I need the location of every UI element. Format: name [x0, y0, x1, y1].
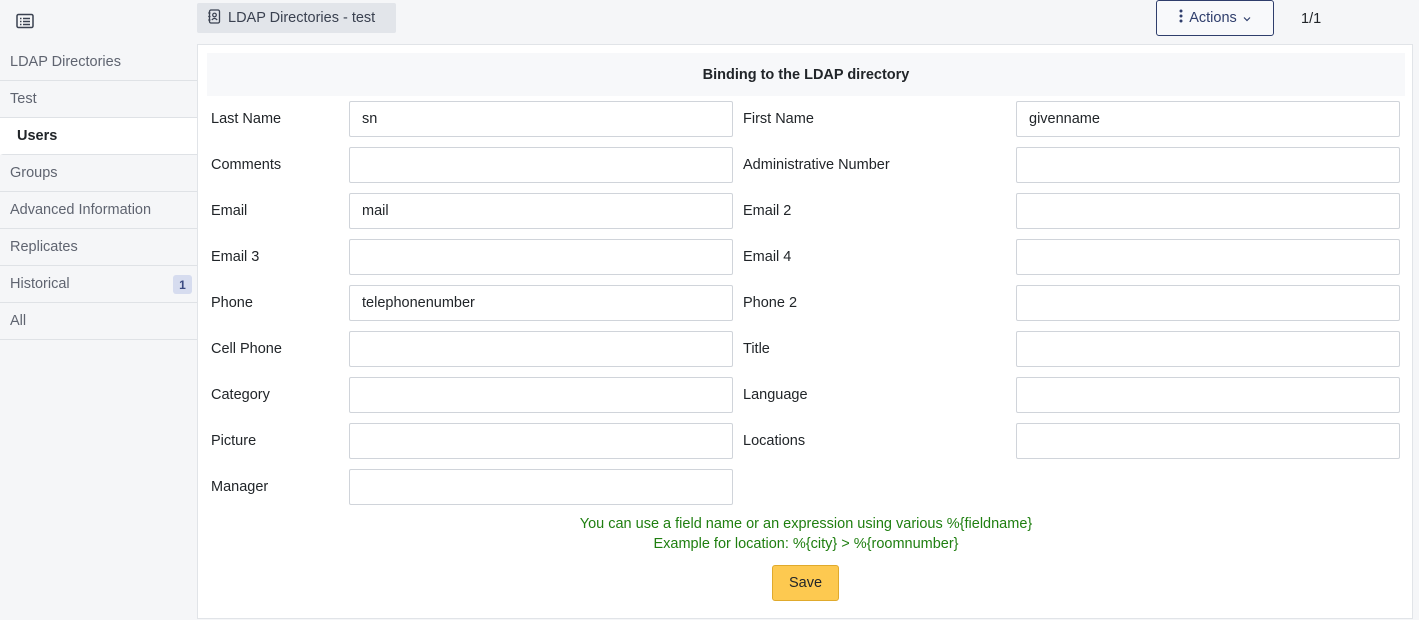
administrative-number-field[interactable] [1016, 147, 1400, 183]
main-panel: Binding to the LDAP directory Last Name … [197, 44, 1413, 619]
phone-field[interactable] [349, 285, 733, 321]
sidebar-item-replicates[interactable]: Replicates [0, 229, 197, 266]
sidebar-item-label: Users [17, 128, 58, 144]
sidebar-item-label: Historical [10, 276, 70, 292]
phone-label: Phone [211, 295, 253, 311]
sidebar-item-ldap-directories[interactable]: LDAP Directories [0, 44, 197, 81]
sidebar-item-advanced-information[interactable]: Advanced Information [0, 192, 197, 229]
actions-label: Actions [1189, 10, 1237, 26]
save-button[interactable]: Save [772, 565, 839, 601]
category-label: Category [211, 387, 270, 403]
sidebar-item-users[interactable]: Users [0, 118, 197, 155]
manager-field[interactable] [349, 469, 733, 505]
sidebar-item-label: Test [10, 91, 37, 107]
sidebar-item-test[interactable]: Test [0, 81, 197, 118]
last-name-field[interactable] [349, 101, 733, 137]
sidebar-item-label: Replicates [10, 239, 78, 255]
actions-button[interactable]: Actions [1156, 0, 1274, 36]
sidebar-item-label: All [10, 313, 27, 329]
sidebar-item-label: Advanced Information [10, 202, 152, 218]
email-label: Email [211, 203, 248, 219]
sidebar-item-groups[interactable]: Groups [0, 155, 197, 192]
count-badge: 1 [173, 275, 192, 294]
email-field[interactable] [349, 193, 733, 229]
phone-2-field[interactable] [1016, 285, 1400, 321]
sidebar-item-all[interactable]: All [0, 303, 197, 340]
sidebar-item-label: LDAP Directories [10, 54, 121, 70]
tab-ldap-directory[interactable]: LDAP Directories - test [197, 3, 396, 33]
email-2-label: Email 2 [743, 203, 792, 219]
picture-label: Picture [211, 433, 257, 449]
category-field[interactable] [349, 377, 733, 413]
first-name-label: First Name [743, 111, 814, 127]
chevron-down-icon [1243, 10, 1251, 26]
last-name-label: Last Name [211, 111, 282, 127]
comments-field[interactable] [349, 147, 733, 183]
picture-field[interactable] [349, 423, 733, 459]
manager-label: Manager [211, 479, 269, 495]
comments-label: Comments [211, 157, 282, 173]
first-name-field[interactable] [1016, 101, 1400, 137]
expression-hint: You can use a field name or an expressio… [579, 516, 1033, 532]
title-label: Title [743, 341, 770, 357]
phone-2-label: Phone 2 [743, 295, 798, 311]
locations-field[interactable] [1016, 423, 1400, 459]
administrative-number-label: Administrative Number [743, 157, 890, 173]
sidebar: LDAP Directories Test Users Groups Advan… [0, 44, 197, 620]
email-2-field[interactable] [1016, 193, 1400, 229]
expression-example: Example for location: %{city} > %{roomnu… [653, 536, 959, 552]
sidebar-item-historical[interactable]: Historical 1 [0, 266, 197, 303]
title-field[interactable] [1016, 331, 1400, 367]
email-4-field[interactable] [1016, 239, 1400, 275]
language-label: Language [743, 387, 808, 403]
locations-label: Locations [743, 433, 806, 449]
email-3-field[interactable] [349, 239, 733, 275]
cell-phone-label: Cell Phone [211, 341, 282, 357]
vertical-dots-icon [1179, 9, 1183, 27]
list-icon[interactable] [14, 10, 36, 32]
email-3-label: Email 3 [211, 249, 260, 265]
address-book-icon [208, 8, 221, 28]
cell-phone-field[interactable] [349, 331, 733, 367]
sidebar-item-label: Groups [10, 165, 58, 181]
top-bar: LDAP Directories - test Actions 1/1 [0, 0, 1419, 44]
tab-title-label: LDAP Directories - test [228, 10, 376, 26]
pager-count: 1/1 [1301, 11, 1322, 27]
form-title: Binding to the LDAP directory [207, 53, 1405, 96]
email-4-label: Email 4 [743, 249, 792, 265]
language-field[interactable] [1016, 377, 1400, 413]
